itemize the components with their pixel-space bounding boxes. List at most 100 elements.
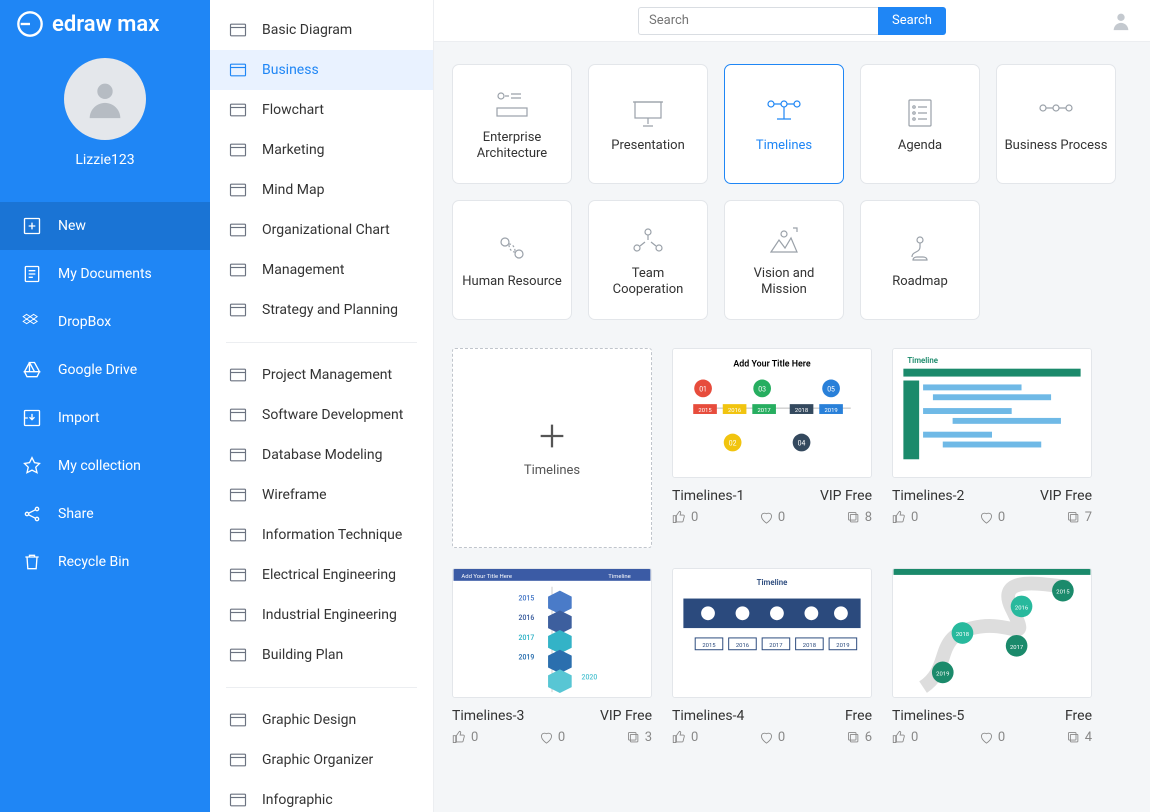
- category-mind-map[interactable]: Mind Map: [210, 170, 433, 210]
- copy-stat[interactable]: 8: [846, 510, 872, 525]
- tile-team-cooperation[interactable]: Team Cooperation: [588, 200, 708, 320]
- enterprise-architecture-icon: [491, 86, 533, 122]
- tile-roadmap[interactable]: Roadmap: [860, 200, 980, 320]
- app-name: edraw max: [52, 12, 159, 37]
- category-infographic[interactable]: Infographic: [210, 780, 433, 812]
- category-project-management[interactable]: Project Management: [210, 355, 433, 395]
- copy-stat[interactable]: 3: [626, 730, 652, 745]
- username: Lizzie123: [75, 152, 134, 168]
- fav-stat[interactable]: 0: [979, 730, 1005, 745]
- copy-icon: [1066, 510, 1081, 525]
- plus-icon: [535, 419, 569, 453]
- category-basic-diagram[interactable]: Basic Diagram: [210, 10, 433, 50]
- template-thumb[interactable]: 20192018201720162015: [892, 568, 1092, 698]
- template-create[interactable]: Timelines: [452, 348, 652, 548]
- svg-text:2018: 2018: [803, 643, 816, 649]
- primary-nav: NewMy DocumentsDropBoxGoogle Drive Import…: [0, 202, 210, 586]
- svg-text:Add Your Title Here: Add Your Title Here: [733, 360, 811, 370]
- nav-label: Import: [58, 410, 100, 426]
- nav-item-dropbox[interactable]: DropBox: [0, 298, 210, 346]
- category-label: Electrical Engineering: [262, 567, 396, 583]
- category-building-plan[interactable]: Building Plan: [210, 635, 433, 675]
- svg-text:2016: 2016: [1015, 605, 1029, 611]
- template-timelines-2[interactable]: TimelineTimelines-2VIP Free007: [892, 348, 1092, 548]
- tile-presentation[interactable]: Presentation: [588, 64, 708, 184]
- like-stat[interactable]: 0: [672, 730, 698, 745]
- category-graphic-design[interactable]: Graphic Design: [210, 700, 433, 740]
- like-stat[interactable]: 0: [892, 730, 918, 745]
- category-icon: [228, 445, 248, 465]
- nav-item-my-documents[interactable]: My Documents: [0, 250, 210, 298]
- search-button[interactable]: Search: [878, 7, 946, 35]
- category-panel[interactable]: Basic DiagramBusinessFlowchartMarketingM…: [210, 0, 434, 812]
- thumbs-up-icon: [892, 510, 907, 525]
- category-industrial-engineering[interactable]: Industrial Engineering: [210, 595, 433, 635]
- user-icon[interactable]: [1110, 10, 1132, 32]
- search-input[interactable]: [638, 7, 878, 35]
- tile-timelines[interactable]: Timelines: [724, 64, 844, 184]
- category-flowchart[interactable]: Flowchart: [210, 90, 433, 130]
- nav-item-import[interactable]: Import: [0, 394, 210, 442]
- create-thumb[interactable]: Timelines: [452, 348, 652, 548]
- tile-enterprise-architecture[interactable]: Enterprise Architecture: [452, 64, 572, 184]
- like-stat[interactable]: 0: [452, 730, 478, 745]
- category-icon: [228, 180, 248, 200]
- category-label: Business: [262, 62, 319, 78]
- tile-vision-and-mission[interactable]: Vision and Mission: [724, 200, 844, 320]
- category-management[interactable]: Management: [210, 250, 433, 290]
- nav-item-recycle-bin[interactable]: Recycle Bin: [0, 538, 210, 586]
- category-wireframe[interactable]: Wireframe: [210, 475, 433, 515]
- category-label: Information Technique: [262, 527, 402, 543]
- tile-human-resource[interactable]: Human Resource: [452, 200, 572, 320]
- category-organizational-chart[interactable]: Organizational Chart: [210, 210, 433, 250]
- fav-stat[interactable]: 0: [759, 510, 785, 525]
- category-label: Infographic: [262, 792, 333, 808]
- category-strategy-and-planning[interactable]: Strategy and Planning: [210, 290, 433, 330]
- category-graphic-organizer[interactable]: Graphic Organizer: [210, 740, 433, 780]
- category-software-development[interactable]: Software Development: [210, 395, 433, 435]
- template-thumb[interactable]: Timeline20152016201720182019: [672, 568, 872, 698]
- category-information-technique[interactable]: Information Technique: [210, 515, 433, 555]
- template-thumb[interactable]: Add Your Title Here010305020420152016201…: [672, 348, 872, 478]
- fav-stat[interactable]: 0: [539, 730, 565, 745]
- template-timelines-3[interactable]: Add Your Title HereTimeline2015201620172…: [452, 568, 652, 745]
- category-database-modeling[interactable]: Database Modeling: [210, 435, 433, 475]
- template-timelines-1[interactable]: Add Your Title Here010305020420152016201…: [672, 348, 872, 548]
- category-label: Industrial Engineering: [262, 607, 397, 623]
- nav-item-new[interactable]: New: [0, 202, 210, 250]
- category-business[interactable]: Business: [210, 50, 433, 90]
- my-collection-icon: [22, 456, 42, 476]
- like-stat[interactable]: 0: [672, 510, 698, 525]
- template-name: Timelines-3: [452, 708, 524, 724]
- nav-item-share[interactable]: Share: [0, 490, 210, 538]
- category-icon: [228, 485, 248, 505]
- category-icon: [228, 60, 248, 80]
- template-timelines-4[interactable]: Timeline20152016201720182019Timelines-4F…: [672, 568, 872, 745]
- nav-item-my-collection[interactable]: My collection: [0, 442, 210, 490]
- tile-business-process[interactable]: Business Process: [996, 64, 1116, 184]
- template-thumb[interactable]: Timeline: [892, 348, 1092, 478]
- nav-item-google-drive[interactable]: Google Drive: [0, 346, 210, 394]
- svg-text:2019: 2019: [519, 654, 535, 662]
- avatar[interactable]: [64, 58, 146, 140]
- copy-stat[interactable]: 6: [846, 730, 872, 745]
- fav-stat[interactable]: 0: [759, 730, 785, 745]
- template-thumb[interactable]: Add Your Title HereTimeline2015201620172…: [452, 568, 652, 698]
- svg-text:Timeline: Timeline: [907, 356, 938, 365]
- import-icon: [22, 408, 42, 428]
- fav-stat[interactable]: 0: [979, 510, 1005, 525]
- category-icon: [228, 645, 248, 665]
- like-stat[interactable]: 0: [892, 510, 918, 525]
- copy-stat[interactable]: 4: [1066, 730, 1092, 745]
- tile-agenda[interactable]: Agenda: [860, 64, 980, 184]
- category-icon: [228, 260, 248, 280]
- template-timelines-5[interactable]: 20192018201720162015Timelines-5Free004: [892, 568, 1092, 745]
- category-electrical-engineering[interactable]: Electrical Engineering: [210, 555, 433, 595]
- category-icon: [228, 405, 248, 425]
- copy-stat[interactable]: 7: [1066, 510, 1092, 525]
- svg-text:Timeline: Timeline: [757, 578, 788, 587]
- heart-icon: [979, 730, 994, 745]
- category-marketing[interactable]: Marketing: [210, 130, 433, 170]
- template-name: Timelines-1: [672, 488, 744, 504]
- new-icon: [22, 216, 42, 236]
